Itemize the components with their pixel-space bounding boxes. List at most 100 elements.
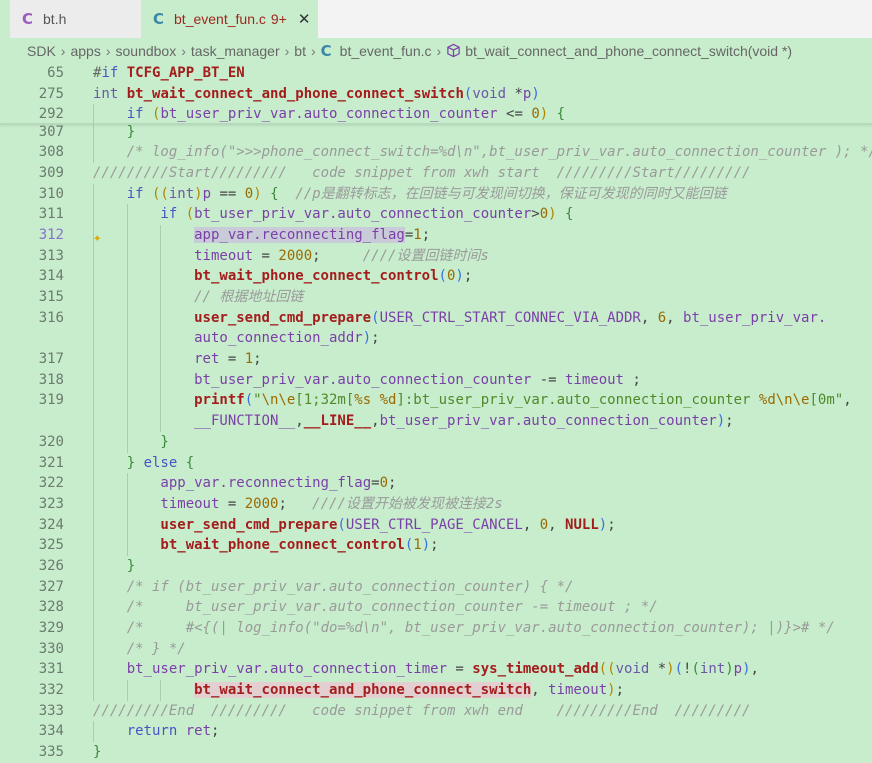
code-line[interactable]: 321} else { — [0, 452, 872, 474]
indent-guide — [93, 452, 127, 474]
token: USER_CTRL_PAGE_CANCEL — [345, 516, 523, 533]
code-line[interactable]: 275 int bt_wait_connect_and_phone_connect… — [0, 84, 872, 105]
code-line[interactable]: 331 bt_user_priv_var.auto_connection_time… — [0, 659, 872, 681]
code-line[interactable]: 326} — [0, 555, 872, 577]
line-number: 326 — [38, 557, 64, 574]
code-line[interactable]: 315 // 根据地址回链 — [0, 287, 872, 308]
c-file-icon: C — [22, 10, 34, 28]
code-line[interactable]: 310 if ((int)p == 0) { //p是翻转标志，在回链与可发现间切… — [0, 183, 872, 205]
code-line[interactable]: 311 if (bt_user_priv_var.auto_connection_… — [0, 204, 872, 225]
indent-guide — [160, 680, 194, 701]
indent-guide — [93, 266, 127, 287]
code-line[interactable]: 308 /* log_info(">>>phone_connect_switch=… — [0, 142, 872, 163]
tab-bt-h[interactable]: C bt.h — [10, 0, 141, 38]
token: printf — [194, 392, 245, 409]
token: USER_CTRL_START_CONNEC_VIA_ADDR — [379, 309, 641, 326]
line-number: 325 — [38, 537, 64, 554]
line-content: app_var.reconnecting_flag=0; — [93, 473, 396, 494]
code-line[interactable]: 327 /* if (bt_user_priv_var.auto_connecti… — [0, 576, 872, 598]
token: , — [666, 309, 684, 326]
code-editor[interactable]: 307} 308/* log_info(">>>phone_connect_swi… — [0, 125, 872, 763]
indent-guide — [93, 125, 127, 143]
token: ) — [194, 185, 203, 202]
indent-guide — [126, 493, 161, 515]
token: ret — [185, 723, 212, 740]
breadcrumb-item[interactable]: bt_wait_connect_and_phone_connect_switch… — [465, 43, 792, 59]
indent-guide — [126, 369, 161, 391]
close-icon[interactable]: ✕ — [298, 10, 311, 28]
token: if — [126, 185, 144, 202]
code-line[interactable]: 335} — [0, 742, 872, 763]
code-line[interactable]: 330 /* } */ — [0, 638, 872, 660]
line-number: 65 — [47, 65, 64, 81]
code-line[interactable]: 292 if (bt_user_priv_var.auto_connection_… — [0, 104, 872, 126]
code-line[interactable]: 328 /* bt_user_priv_var.auto_connection_c… — [0, 597, 872, 618]
token: ; — [371, 330, 380, 347]
token: [1;32m[ — [295, 392, 355, 409]
code-line[interactable]: __FUNCTION__,__LINE__,bt_user_priv_var.a… — [0, 411, 872, 432]
indent-guide — [126, 411, 161, 432]
token: __LINE__ — [303, 413, 372, 430]
code-line[interactable]: 324 user_send_cmd_prepare(USER_CTRL_PAGE_… — [0, 514, 872, 536]
code-line[interactable]: 317 ret = 1; — [0, 349, 872, 370]
code-line[interactable]: 319 printf("\n\e[1;32m[%s %d]:bt_user_pri… — [0, 390, 872, 412]
token: * — [649, 661, 667, 678]
code-line[interactable]: 314 bt_wait_phone_connect_control(0); — [0, 266, 872, 287]
indent-guide — [160, 369, 194, 391]
breadcrumb-item[interactable]: bt — [294, 43, 306, 59]
token: ; — [624, 371, 641, 388]
code-line[interactable]: 334 return ret; — [0, 721, 872, 743]
token: ( — [244, 392, 254, 409]
breadcrumb-item[interactable]: soundbox — [116, 43, 177, 59]
code-line[interactable]: 320} — [0, 431, 872, 453]
line-content: return ret; — [93, 721, 219, 743]
token: %s %d — [354, 392, 397, 409]
token: , — [548, 516, 566, 533]
line-content: } — [93, 555, 135, 577]
line-number: 334 — [38, 723, 64, 740]
code-line[interactable]: 312 app_var.reconnecting_flag=1; ✦ — [0, 224, 872, 246]
token: 6 — [657, 309, 667, 326]
indent-guide — [93, 431, 127, 453]
token: -= — [531, 371, 565, 388]
indent-guide — [93, 597, 127, 618]
token: ; — [253, 351, 262, 368]
indent-guide — [93, 555, 127, 577]
breadcrumb-item[interactable]: task_manager — [191, 43, 280, 59]
code-line[interactable]: 325 bt_wait_phone_connect_control(1); — [0, 535, 872, 556]
line-number: 329 — [38, 620, 64, 636]
code-line[interactable]: 323 timeout = 2000; ////设置开始被发现被连接2s — [0, 493, 872, 515]
sticky-scroll-header[interactable]: 65 #if TCFG_APP_BT_EN 275 int bt_wait_conne… — [0, 63, 872, 126]
breadcrumb: SDK › apps › soundbox › task_manager › bt › C… — [27, 38, 792, 63]
token: 0 — [539, 516, 549, 533]
code-line[interactable]: 65 #if TCFG_APP_BT_EN — [0, 63, 872, 84]
code-line[interactable]: 307} — [0, 125, 872, 143]
breadcrumb-item[interactable]: bt_event_fun.c — [340, 43, 432, 59]
code-line[interactable]: 318 bt_user_priv_var.auto_connection_coun… — [0, 369, 872, 391]
code-line[interactable]: 309 /////////Start///////// code snippet … — [0, 163, 872, 184]
breadcrumb-item[interactable]: SDK — [27, 43, 56, 59]
code-line[interactable]: 316 user_send_cmd_prepare(USER_CTRL_START… — [0, 307, 872, 329]
code-line[interactable]: 313 timeout = 2000; ////设置回链时间s — [0, 245, 872, 267]
token: } — [93, 744, 102, 761]
code-line[interactable]: auto_connection_addr); — [0, 328, 872, 350]
token: == — [211, 185, 245, 202]
token: 0 — [531, 106, 540, 123]
indent-guide — [160, 307, 194, 329]
token: 2000 — [278, 247, 313, 264]
code-line[interactable]: 322 app_var.reconnecting_flag=0; — [0, 473, 872, 494]
indent-guide — [93, 104, 127, 126]
breadcrumb-item[interactable]: apps — [70, 43, 100, 59]
token: app_var.reconnecting_flag — [160, 475, 372, 492]
indent-guide — [160, 245, 194, 267]
indent-guide — [160, 224, 194, 246]
token: /////////Start///////// code snippet fro… — [93, 164, 751, 181]
code-line[interactable]: 333 /////////End ///////// code snippet f… — [0, 701, 872, 722]
token: bt_user_priv_var.auto_connection_counter — [194, 371, 532, 388]
code-line[interactable]: 332 bt_wait_connect_and_phone_connect_swi… — [0, 680, 872, 701]
tab-bar-edge — [0, 0, 10, 38]
tab-bt-event-fun-c[interactable]: C bt_event_fun.c 9+ ✕ — [141, 0, 318, 38]
code-line[interactable]: 329 /* #<{(| log_info("do=%d\n", bt_user_… — [0, 618, 872, 639]
c-file-icon: C — [153, 10, 165, 28]
